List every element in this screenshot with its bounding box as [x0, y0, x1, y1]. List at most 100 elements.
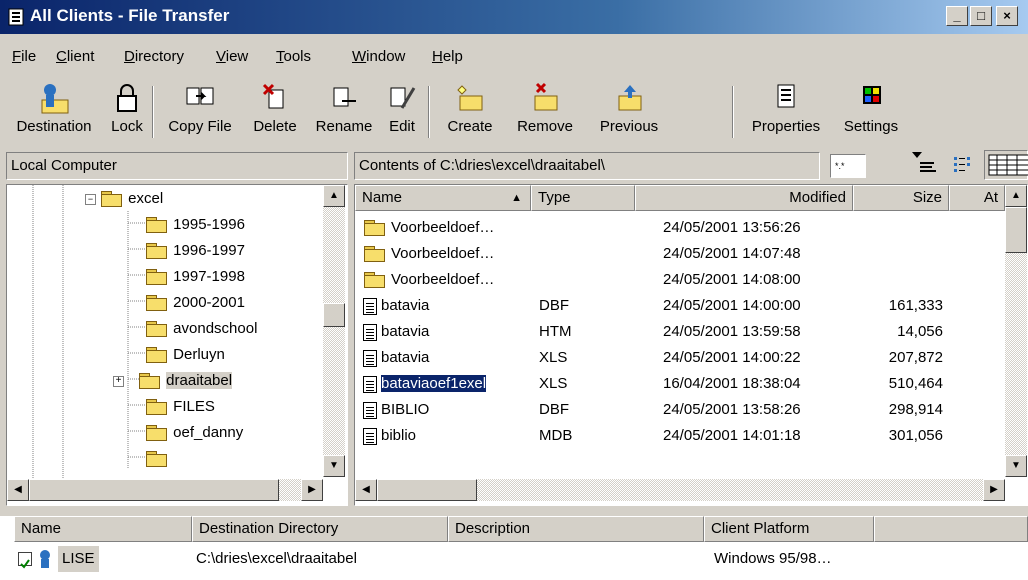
create-button[interactable]: Create [434, 80, 506, 144]
column-header-name[interactable]: Name ▲ [355, 185, 531, 211]
scroll-thumb[interactable] [323, 303, 345, 327]
file-row[interactable]: BIBLIO DBF 24/05/2001 13:58:26 298,914 [355, 397, 1005, 423]
column-header-client-name[interactable]: Name [14, 516, 192, 542]
scroll-left-button[interactable]: ◀ [7, 479, 29, 501]
file-row[interactable]: Voorbeeldoef… 24/05/2001 14:07:48 [355, 241, 1005, 267]
copy-file-icon [186, 87, 214, 105]
toolbar-separator [152, 86, 154, 138]
list-view-icon [954, 157, 970, 172]
close-button[interactable]: × [996, 6, 1018, 26]
tree-item[interactable]: 1997-1998 [145, 265, 245, 291]
column-header-attributes[interactable]: At [949, 185, 1005, 211]
rename-icon [333, 87, 356, 107]
menu-window[interactable]: Window [352, 48, 405, 65]
lock-button[interactable]: Lock [104, 80, 150, 144]
folder-icon [363, 245, 387, 263]
properties-button[interactable]: Properties [738, 80, 834, 144]
tree-item[interactable]: oef_danny [145, 421, 243, 447]
file-modified: 24/05/2001 14:07:48 [663, 245, 801, 262]
menu-file[interactable]: File [12, 48, 36, 65]
sort-view-button[interactable] [910, 150, 940, 178]
edit-button[interactable]: Edit [380, 80, 424, 144]
menu-help[interactable]: Help [432, 48, 463, 65]
previous-button[interactable]: Previous [584, 80, 674, 144]
tree-item[interactable]: 2000-2001 [145, 291, 245, 317]
folder-icon [145, 346, 169, 364]
scroll-up-button[interactable]: ▲ [1005, 185, 1027, 207]
folder-tree: − excel 1995-1996 1996-1997 1997-1998 20… [6, 184, 348, 506]
sort-list-icon [912, 152, 936, 172]
expand-toggle[interactable]: + [113, 375, 124, 387]
tree-item[interactable]: avondschool [145, 317, 257, 343]
tree-vscrollbar[interactable] [323, 185, 345, 477]
tree-item[interactable]: FILES [145, 395, 215, 421]
file-name: batavia [381, 297, 430, 314]
previous-folder-icon [618, 85, 642, 111]
tree-item[interactable]: 1995-1996 [145, 213, 245, 239]
edit-icon [390, 87, 416, 109]
file-row[interactable]: batavia XLS 24/05/2001 14:00:22 207,872 [355, 345, 1005, 371]
rename-button[interactable]: Rename [308, 80, 380, 144]
file-name: batavia [381, 349, 430, 366]
details-view-button[interactable] [984, 150, 1028, 180]
scroll-left-button[interactable]: ◀ [355, 479, 377, 501]
file-icon [363, 375, 377, 393]
scroll-down-button[interactable]: ▼ [323, 455, 345, 477]
tree-item[interactable]: 1996-1997 [145, 239, 245, 265]
scroll-down-button[interactable]: ▼ [1005, 455, 1027, 477]
delete-button[interactable]: Delete [242, 80, 308, 144]
client-row[interactable]: LISE C:\dries\excel\draaitabel Windows 9… [14, 546, 1014, 572]
file-type: DBF [539, 401, 569, 418]
column-header-description[interactable]: Description [448, 516, 704, 542]
client-destination: C:\dries\excel\draaitabel [196, 550, 357, 567]
scroll-thumb[interactable] [1005, 207, 1027, 253]
menu-tools[interactable]: Tools [276, 48, 311, 65]
scroll-up-button[interactable]: ▲ [323, 185, 345, 207]
column-header-type[interactable]: Type [531, 185, 635, 211]
folder-open-icon [100, 190, 124, 208]
toolbar-separator [732, 86, 734, 138]
column-header-size[interactable]: Size [853, 185, 949, 211]
tree-item-excel[interactable]: − excel [85, 187, 163, 213]
file-row[interactable]: Voorbeeldoef… 24/05/2001 14:08:00 [355, 267, 1005, 293]
column-header-platform[interactable]: Client Platform [704, 516, 874, 542]
file-row[interactable]: batavia DBF 24/05/2001 14:00:00 161,333 [355, 293, 1005, 319]
folder-icon [145, 216, 169, 234]
minimize-button[interactable]: _ [946, 6, 968, 26]
tree-item[interactable] [145, 447, 169, 473]
column-header-destination[interactable]: Destination Directory [192, 516, 448, 542]
toolbar-separator [428, 86, 430, 138]
tree-item[interactable]: Derluyn [145, 343, 225, 369]
tree-item-draaitabel[interactable]: + draaitabel [113, 369, 233, 395]
scroll-thumb[interactable] [377, 479, 477, 501]
remove-button[interactable]: Remove [506, 80, 584, 144]
folder-icon [145, 320, 169, 338]
file-modified: 24/05/2001 14:00:22 [663, 349, 801, 366]
destination-button[interactable]: Destination [4, 80, 104, 144]
contents-path-header: Contents of C:\dries\excel\draaitabel\ [354, 152, 820, 180]
client-icon [40, 550, 50, 568]
create-folder-icon [457, 85, 483, 111]
file-list: Name ▲ Type Modified Size At Voorbeeldoef… [354, 184, 1028, 506]
scroll-thumb[interactable] [29, 479, 279, 501]
menu-view[interactable]: View [216, 48, 248, 65]
filter-field[interactable]: *.* [830, 154, 866, 178]
column-header-modified[interactable]: Modified [635, 185, 853, 211]
scroll-right-button[interactable]: ▶ [301, 479, 323, 501]
folder-icon [363, 219, 387, 237]
copy-file-button[interactable]: Copy File [158, 80, 242, 144]
menu-client[interactable]: Client [56, 48, 94, 65]
file-type: XLS [539, 375, 568, 392]
file-row[interactable]: batavia HTM 24/05/2001 13:59:58 14,056 [355, 319, 1005, 345]
settings-button[interactable]: Settings [834, 80, 908, 144]
scroll-right-button[interactable]: ▶ [983, 479, 1005, 501]
menu-directory[interactable]: Directory [124, 48, 184, 65]
file-row[interactable]: biblio MDB 24/05/2001 14:01:18 301,056 [355, 423, 1005, 449]
client-checkbox[interactable] [18, 552, 32, 569]
collapse-toggle[interactable]: − [85, 193, 96, 205]
file-row[interactable]: Voorbeeldoef… 24/05/2001 13:56:26 [355, 215, 1005, 241]
file-icon [363, 349, 377, 367]
list-view-button[interactable] [950, 152, 978, 178]
maximize-button[interactable]: □ [970, 6, 992, 26]
file-row[interactable]: bataviaoef1exel XLS 16/04/2001 18:38:04 510… [355, 371, 1005, 397]
